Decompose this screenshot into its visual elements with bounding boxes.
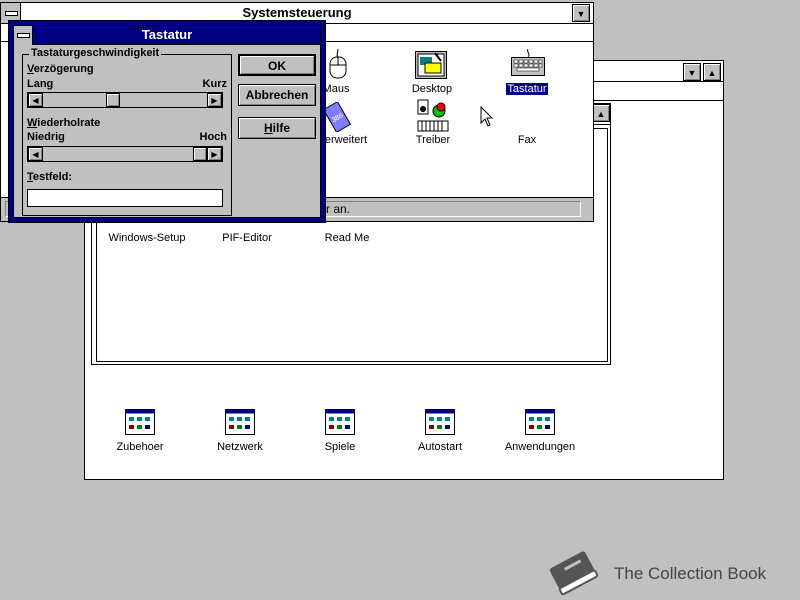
control-panel-minimize-button[interactable]: ▼ <box>572 4 590 22</box>
netzwerk-label: Netzwerk <box>217 441 263 453</box>
program-group-icon <box>225 409 255 435</box>
main-group-maximize-button[interactable]: ▲ <box>592 104 610 122</box>
pif-editor-label: PIF-Editor <box>222 232 272 244</box>
repeat-max-label: Hoch <box>199 131 228 143</box>
dropdown-arrow-button[interactable]: ▼ <box>683 63 701 81</box>
keyboard-speed-group-title: Tastaturgeschwindigkeit <box>29 47 162 59</box>
repeat-rate-label-mnemonic: W <box>27 117 38 129</box>
program-group-icon <box>125 409 155 435</box>
delay-slider-left-arrow[interactable]: ◀ <box>28 93 43 107</box>
repeat-rate-label-rest: iederholrate <box>37 117 101 129</box>
status-text: r an. <box>326 202 351 216</box>
keyboard-dialog-title: Tastatur <box>141 27 193 42</box>
memory-chip-icon: 386 <box>323 102 351 132</box>
testfield-label: Testfeld: <box>27 171 72 183</box>
autostart-label: Autostart <box>417 441 463 453</box>
repeat-slider-right-arrow[interactable]: ▶ <box>207 147 222 161</box>
windows-setup-label: Windows-Setup <box>108 232 186 244</box>
mouse-cursor-icon <box>480 106 494 127</box>
mouse-icon <box>329 49 347 79</box>
drivers-icon <box>417 99 449 132</box>
delay-max-label: Kurz <box>202 78 227 90</box>
delay-label-mnemonic: V <box>27 63 34 75</box>
read-me-item[interactable]: Read Me <box>292 232 402 244</box>
delay-label: Verzögerung <box>27 63 94 75</box>
keyboard-dialog-titlebar[interactable]: Tastatur <box>14 26 320 45</box>
help-button-mnemonic: H <box>263 121 273 135</box>
spiele-label: Spiele <box>324 441 356 453</box>
maximize-button[interactable]: ▲ <box>703 63 721 81</box>
repeat-slider-left-arrow[interactable]: ◀ <box>28 147 43 161</box>
keyboard-dialog: Tastatur Tastaturgeschwindigkeit Verzöge… <box>8 20 326 223</box>
fax-label: Fax <box>517 134 537 146</box>
tastatur-label: Tastatur <box>472 83 582 95</box>
repeat-min-label: Niedrig <box>27 131 65 143</box>
delay-slider[interactable]: ◀ ▶ <box>27 92 223 108</box>
book-icon <box>549 551 599 596</box>
control-panel-title: Systemsteuerung <box>242 5 352 20</box>
repeat-rate-slider[interactable]: ◀ ▶ <box>27 146 223 162</box>
delay-min-label: Lang <box>27 78 54 90</box>
testfield-input[interactable] <box>27 189 223 207</box>
repeat-rate-label: Wiederholrate <box>27 117 100 129</box>
program-group-icon <box>425 409 455 435</box>
desktop-label: Desktop <box>411 83 453 95</box>
testfield-label-rest: estfeld: <box>32 171 73 183</box>
repeat-slider-thumb[interactable] <box>193 147 207 161</box>
delay-label-rest: erzögerung <box>33 63 94 75</box>
zubehoer-label: Zubehoer <box>116 441 164 453</box>
windows-setup-item[interactable]: Windows-Setup <box>92 232 202 244</box>
program-group-icon <box>325 409 355 435</box>
anwendungen-label: Anwendungen <box>504 441 576 453</box>
watermark-text: The Collection Book <box>614 564 767 583</box>
help-button[interactable]: Hilfe <box>238 117 316 139</box>
tastatur-label-text: Tastatur <box>506 83 548 95</box>
cancel-button[interactable]: Abbrechen <box>238 84 316 106</box>
delay-slider-right-arrow[interactable]: ▶ <box>207 93 222 107</box>
keyboard-icon <box>511 49 545 76</box>
desktop-icon <box>415 51 447 79</box>
keyboard-dialog-body: Tastatur Tastaturgeschwindigkeit Verzöge… <box>13 25 321 218</box>
delay-slider-thumb[interactable] <box>106 93 120 107</box>
dialog-system-menu-button[interactable] <box>14 26 33 45</box>
program-group-icon <box>525 409 555 435</box>
keyboard-speed-group: Tastaturgeschwindigkeit Verzögerung Lang… <box>22 47 232 216</box>
ok-button[interactable]: OK <box>238 54 316 76</box>
help-button-rest: ilfe <box>272 121 290 135</box>
read-me-label: Read Me <box>324 232 370 244</box>
pif-editor-item[interactable]: PIF-Editor <box>192 232 302 244</box>
